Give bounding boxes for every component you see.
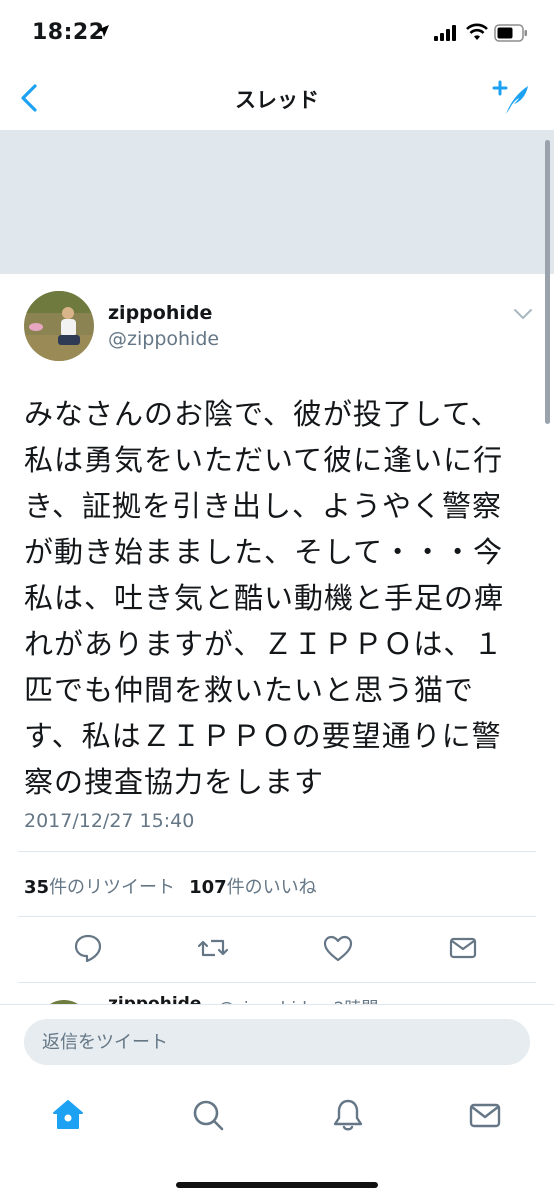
share-icon[interactable] [447,932,479,964]
tweet-stats: 35件のリツイート 107件のいいね [24,873,317,899]
status-bar: 18:22 [0,0,554,66]
search-icon[interactable] [190,1097,226,1133]
cellular-signal-icon [434,25,456,41]
retweet-label: 件のリツイート [49,877,176,898]
notifications-icon[interactable] [330,1097,366,1133]
status-time: 18:22 [32,20,105,45]
divider [18,916,536,917]
home-indicator[interactable] [176,1182,378,1188]
wifi-icon [466,23,488,40]
like-icon[interactable] [322,932,354,964]
user-handle[interactable]: @zippohide [108,328,219,350]
retweet-icon[interactable] [197,932,229,964]
nav-bar: スレッド [0,66,554,131]
tweet-text: みなさんのお陰で、彼が投了して、私は勇気をいただいて彼に逢いに行き、証拠を引き出… [24,397,505,799]
user-handle: @zippohide · 2時間 [218,994,378,1004]
compose-tweet-icon[interactable] [492,80,532,116]
retweet-stat[interactable]: 35件のリツイート [24,877,175,898]
chevron-down-icon[interactable] [512,306,534,322]
like-label: 件のいいね [226,877,317,898]
reply-input[interactable] [24,1019,530,1065]
reply-bar [0,1004,554,1201]
next-reply-preview[interactable]: zippohide @zippohide · 2時間 [0,990,554,1004]
divider [18,982,536,983]
divider [18,851,536,852]
like-count: 107 [189,877,227,898]
location-arrow-icon [97,25,109,37]
page-title: スレッド [235,88,319,112]
like-stat[interactable]: 107件のいいね [189,877,317,898]
user-name: zippohide [108,994,202,1004]
battery-icon [494,24,527,42]
home-icon[interactable] [50,1097,86,1133]
avatar-photo [24,291,94,361]
messages-icon[interactable] [467,1097,503,1133]
scroll-indicator [545,140,550,424]
media-banner [0,131,554,274]
reply-icon[interactable] [72,932,104,964]
retweet-count: 35 [24,877,50,898]
avatar[interactable] [24,291,94,361]
user-name[interactable]: zippohide [108,302,212,324]
tweet-timestamp: 2017/12/27 15:40 [24,810,195,832]
